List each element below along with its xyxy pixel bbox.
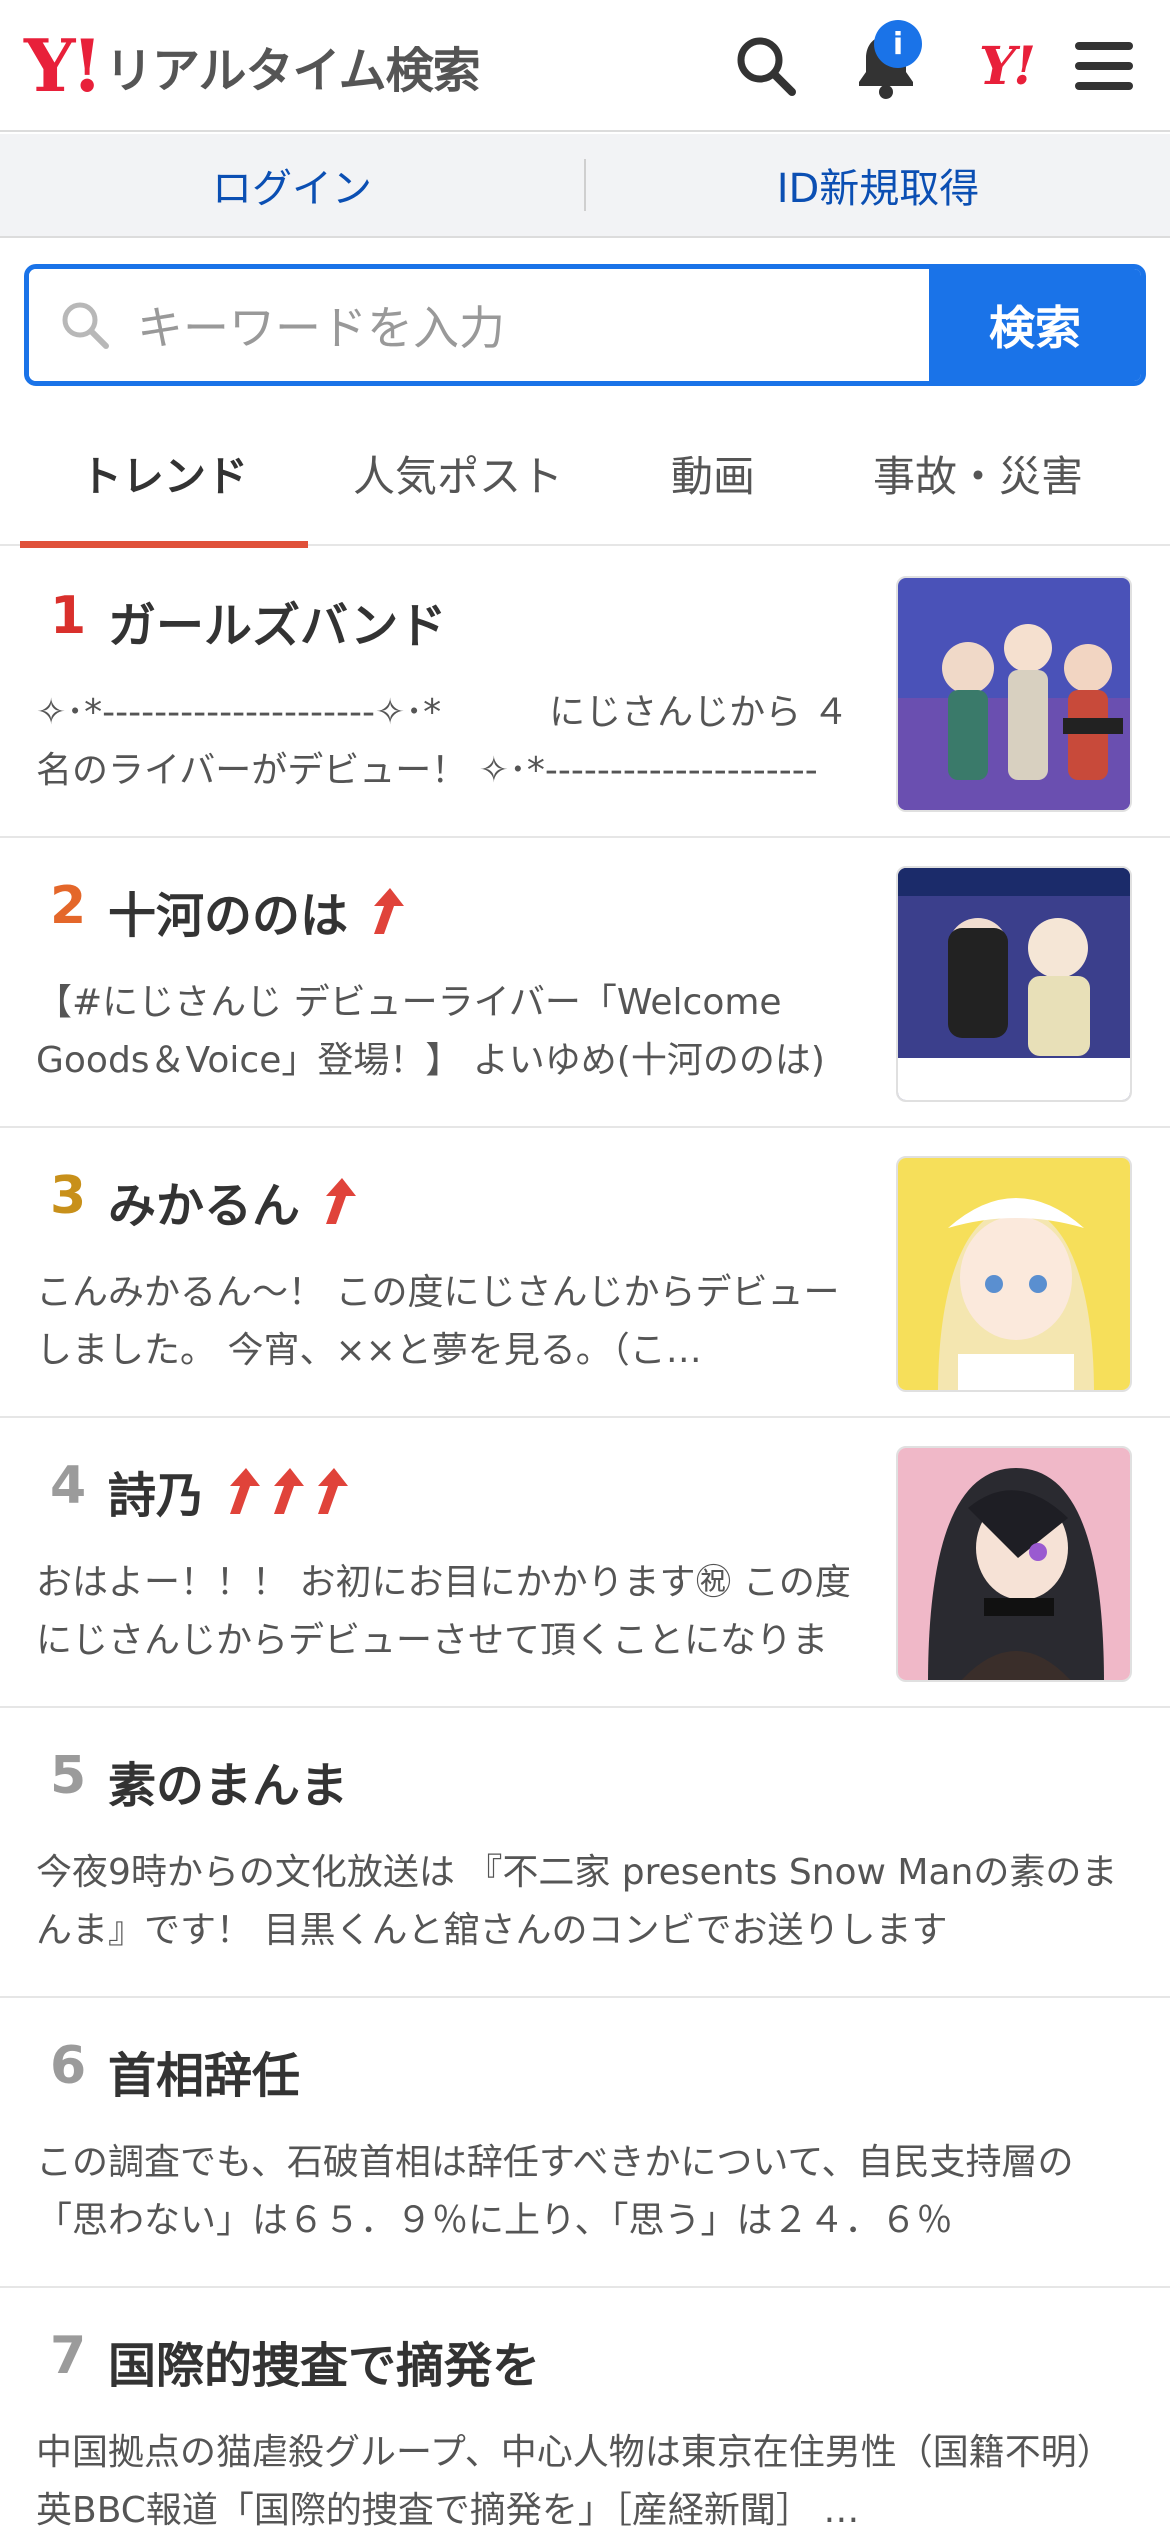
trend-rank: 2 [50,876,87,936]
search-field-icon [62,302,109,349]
trend-up-arrow-icon [274,1468,305,1514]
trend-thumbnail[interactable] [896,576,1132,812]
tab-videos[interactable]: 動画 [608,400,818,546]
trend-up-arrows [362,886,406,936]
trend-title: みかるん [108,1178,301,1234]
trend-rank: 4 [50,1456,87,1516]
search-icon[interactable] [722,22,810,110]
trend-snippet: 中国拠点の猫虐殺グループ、中心人物は東京在住男性（国籍不明） 英BBC報道「国際… [36,2432,1113,2531]
trend-item-3[interactable]: 3 みかるん こんみかるん〜！ この度にじさんじからデビューしました。 今宵、×… [0,1128,1170,1418]
trend-title: ガールズバンド [108,598,447,654]
yahoo-japan-icon[interactable]: Y! [962,22,1050,110]
trend-item-7[interactable]: 7 国際的捜査で摘発を 中国拠点の猫虐殺グループ、中心人物は東京在住男性（国籍不… [0,2288,1170,2532]
trend-snippet: ✧･*---------------------✧･* にじさんじから ４名のラ… [36,692,849,791]
trend-rank: 1 [50,586,87,646]
trend-item-1[interactable]: 1 ガールズバンド ✧･*---------------------✧･* にじ… [0,548,1170,838]
trend-item-4[interactable]: 4 詩乃 おはよー！！！ お初にお目にかかります㊗ この度にじさんじからデビュー… [0,1418,1170,1708]
trend-title: 十河ののは [108,888,349,944]
tab-popular-posts[interactable]: 人気ポスト [308,400,608,546]
trend-up-arrows [218,1466,350,1516]
trend-item-2[interactable]: 2 十河ののは 【#にじさんじ デビューライバー「Welcome Goods＆V… [0,838,1170,1128]
login-bar: ログイン ID新規取得 [0,134,1170,238]
trend-up-arrow-icon [318,1468,349,1514]
trend-title-row: 首相辞任 [108,2036,300,2106]
tab-accidents-disasters[interactable]: 事故・災害 [818,400,1138,546]
trend-up-arrow-icon [230,1468,261,1514]
trend-thumbnail[interactable] [896,1156,1132,1392]
trend-item-6[interactable]: 6 首相辞任 この調査でも、石破首相は辞任すべきかについて、自民支持層の「思わな… [0,1998,1170,2288]
search-button[interactable]: 検索 [929,269,1141,381]
trend-rank: 3 [50,1166,87,1226]
trend-title-row: みかるん [108,1166,358,1236]
search-input[interactable]: キーワードを入力 [29,269,929,381]
trend-snippet: おはよー！！！ お初にお目にかかります㊗ この度にじさんじからデビューさせて頂く… [36,1562,851,1661]
search-form: キーワードを入力 検索 [24,264,1146,386]
trend-title: 素のまんま [108,1758,349,1814]
trend-title-row: 詩乃 [108,1456,350,1526]
app-header: Y! リアルタイム検索 i Y! [0,0,1170,132]
yahoo-japan-mark: Y! [979,35,1036,97]
trend-title: 首相辞任 [108,2048,301,2104]
category-tabs: トレンド 人気ポスト 動画 事故・災害 [0,400,1170,548]
trend-title-row: 十河ののは [108,876,406,946]
logo-text: リアルタイム検索 [105,43,481,99]
trend-list: 1 ガールズバンド ✧･*---------------------✧･* にじ… [0,548,1170,2532]
trend-item-5[interactable]: 5 素のまんま 今夜9時からの文化放送は 『不二家 presents Snow … [0,1708,1170,1998]
trend-title: 詩乃 [108,1468,205,1524]
trend-title: 国際的捜査で摘発を [108,2338,541,2394]
trend-up-arrow-icon [374,888,405,934]
yahoo-logo-mark: Y! [24,23,103,108]
tab-trend[interactable]: トレンド [20,400,308,548]
trend-rank: 7 [50,2326,87,2386]
trend-snippet: この調査でも、石破首相は辞任すべきかについて、自民支持層の「思わない」は６５．９… [36,2142,1074,2241]
trend-title-row: ガールズバンド [108,586,446,656]
trend-up-arrow-icon [326,1178,357,1224]
trend-title-row: 素のまんま [108,1746,348,1816]
yahoo-realtime-logo[interactable]: Y! リアルタイム検索 [24,23,481,108]
trend-rank: 6 [50,2036,87,2096]
trend-thumbnail[interactable] [896,1446,1132,1682]
login-link[interactable]: ログイン [0,156,584,214]
search-placeholder: キーワードを入力 [137,301,505,355]
notification-badge: i [874,20,922,68]
trend-snippet: 【#にじさんじ デビューライバー「Welcome Goods＆Voice」登場！… [36,982,825,1081]
hamburger-menu-icon[interactable] [1060,22,1148,110]
trend-up-arrows [314,1176,358,1226]
notification-bell-icon[interactable]: i [842,20,930,110]
trend-snippet: こんみかるん〜！ この度にじさんじからデビューしました。 今宵、××と夢を見る。… [36,1272,840,1371]
signup-link[interactable]: ID新規取得 [586,156,1170,214]
trend-title-row: 国際的捜査で摘発を [108,2326,540,2396]
trend-rank: 5 [50,1746,87,1806]
trend-thumbnail[interactable] [896,866,1132,1102]
trend-snippet: 今夜9時からの文化放送は 『不二家 presents Snow Manの素のまん… [36,1852,1118,1951]
